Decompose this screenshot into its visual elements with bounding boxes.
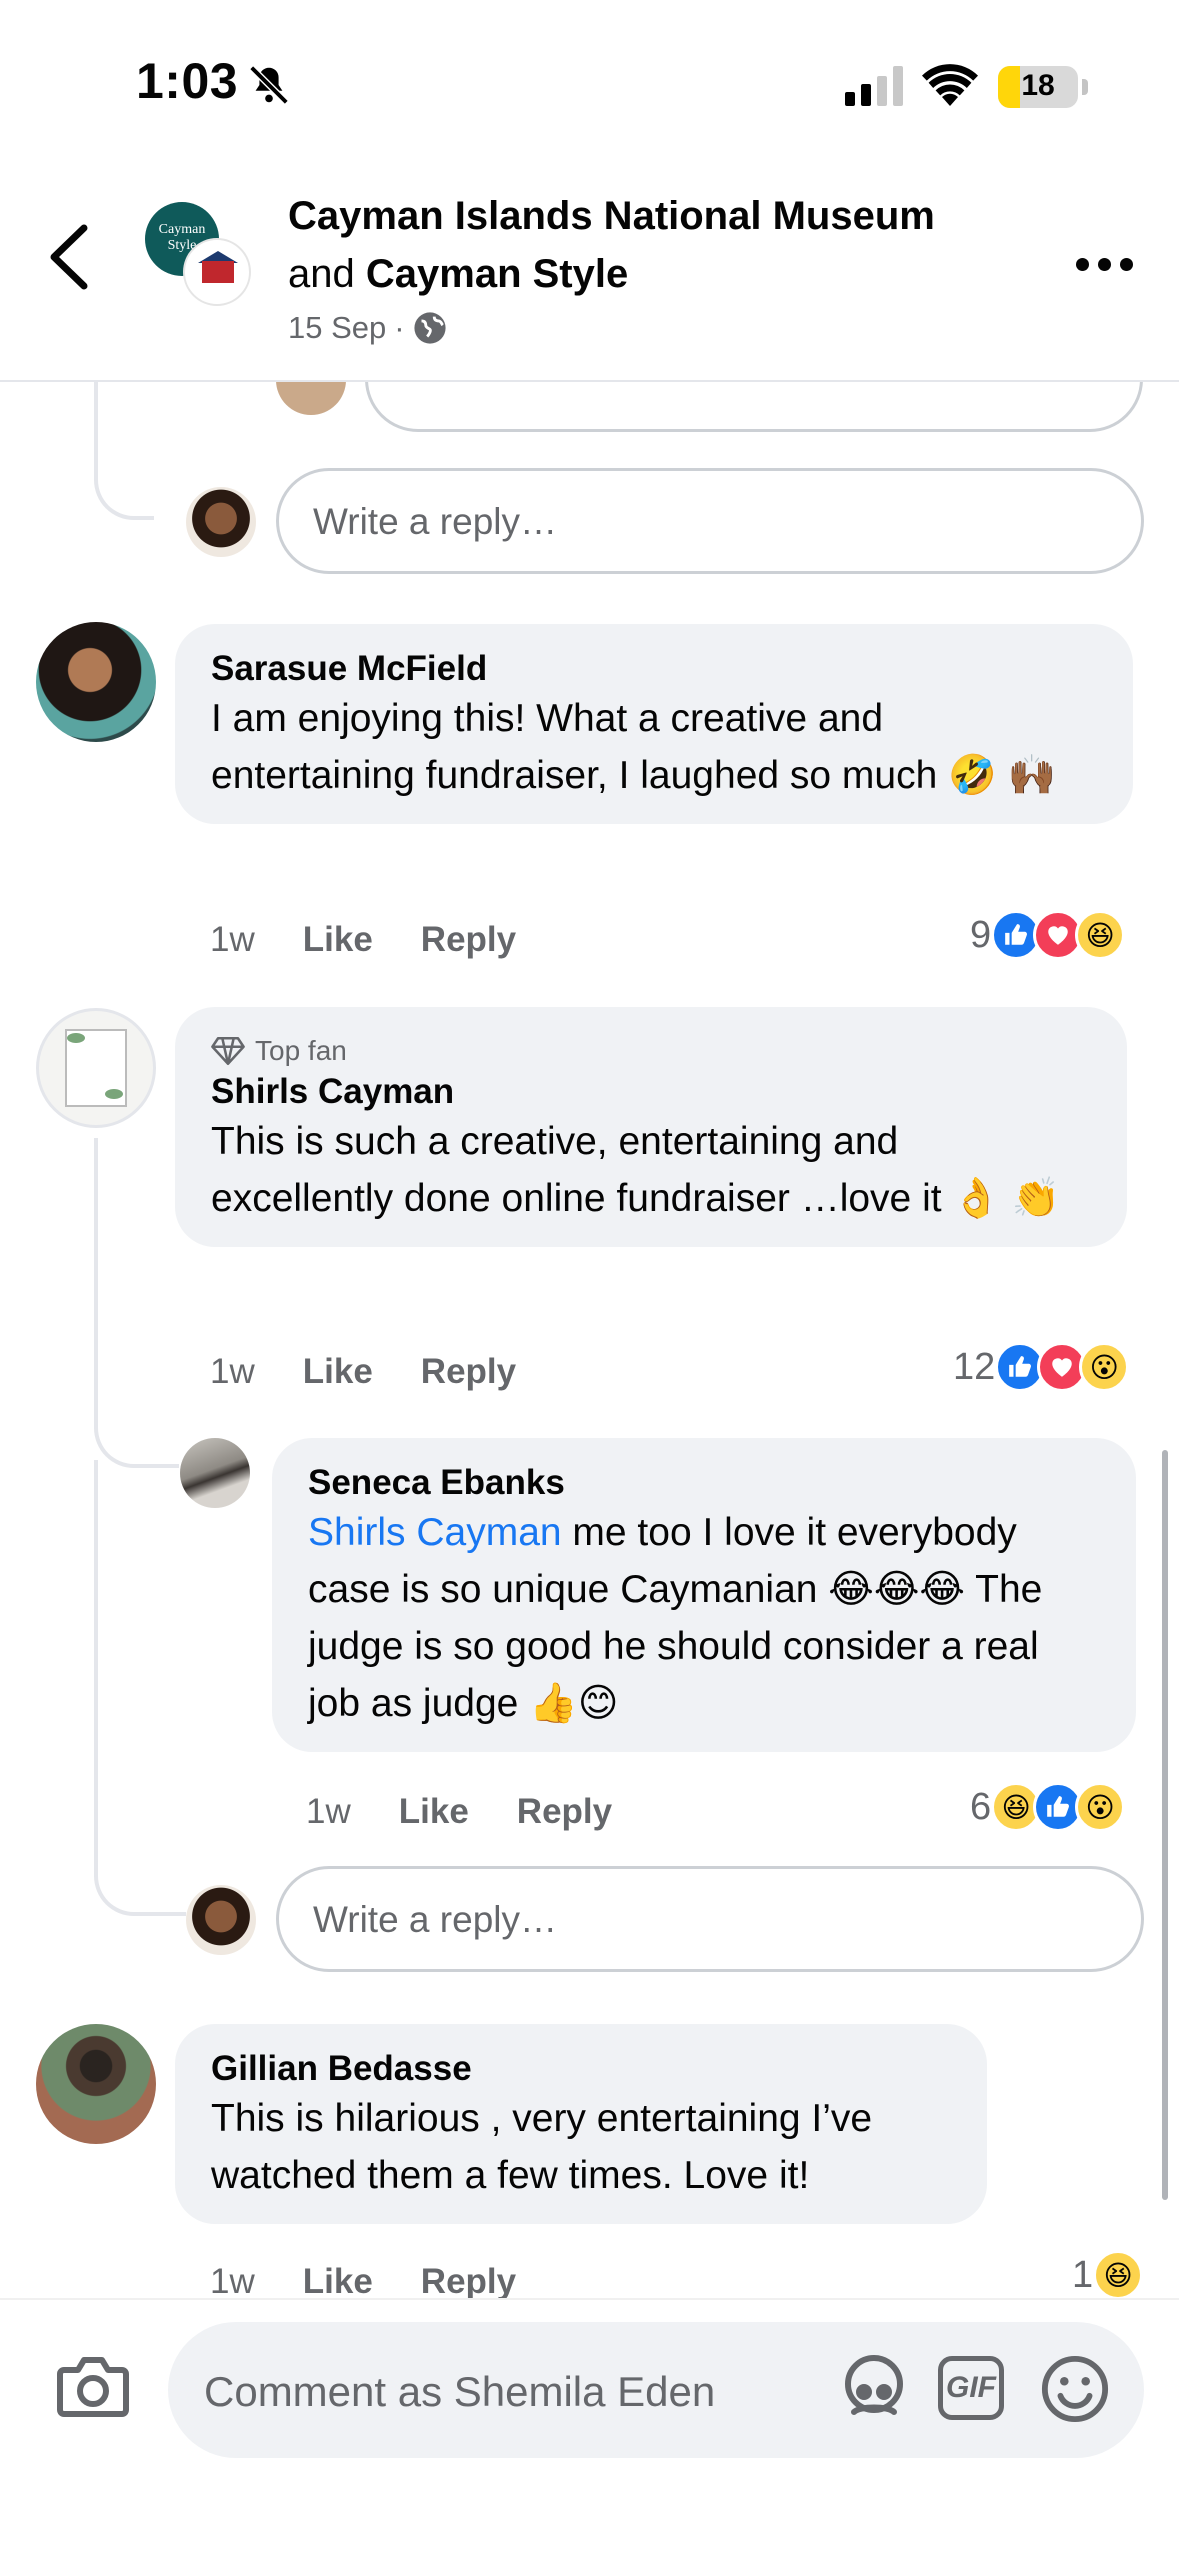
page-title-secondary: and Cayman Style	[288, 252, 628, 297]
avatar-sticker-icon[interactable]	[838, 2352, 910, 2424]
reply-button[interactable]: Reply	[517, 1792, 612, 1832]
post-header: Cayman Style Cayman Islands National Mus…	[0, 170, 1179, 382]
post-meta: 15 Sep ·	[288, 310, 447, 346]
reply-input[interactable]: Write a reply…	[276, 468, 1144, 574]
battery-nub	[1082, 79, 1088, 95]
comment-timestamp[interactable]: 1w	[210, 2262, 255, 2302]
title-and: and	[288, 252, 355, 296]
page-avatars[interactable]: Cayman Style	[145, 202, 255, 312]
comment-actions: 1w Like Reply	[210, 920, 516, 960]
reply-button[interactable]: Reply	[421, 920, 516, 960]
comment-bubble: Top fan Shirls Cayman This is such a cre…	[175, 1007, 1127, 1247]
like-button[interactable]: Like	[303, 1352, 373, 1392]
cellular-signal-icon	[845, 66, 903, 106]
user-avatar	[186, 487, 256, 557]
comment-text: Shirls Cayman me too I love it everybody…	[308, 1504, 1100, 1732]
top-fan-label: Top fan	[255, 1035, 347, 1066]
comment-author[interactable]: Shirls Cayman	[211, 1071, 1091, 1113]
comment-actions: 1w Like Reply	[210, 1352, 516, 1392]
comment-composer: Comment as Shemila Eden GIF	[0, 2298, 1179, 2556]
wow-reaction-icon: 😮	[1075, 1782, 1126, 1832]
reaction-count: 9	[970, 913, 992, 956]
comment-actions: 1w Like Reply	[306, 1792, 612, 1832]
comment-text: This is hilarious , very entertaining I’…	[211, 2097, 873, 2197]
like-button[interactable]: Like	[399, 1792, 469, 1832]
reply-button[interactable]: Reply	[421, 1352, 516, 1392]
comment-timestamp[interactable]: 1w	[210, 1352, 255, 1392]
wifi-icon	[922, 64, 978, 106]
reaction-summary[interactable]: 9 😆	[970, 910, 1126, 960]
thread-line-top	[94, 382, 154, 520]
globe-icon	[414, 312, 446, 344]
back-arrow-icon[interactable]	[44, 222, 94, 292]
haha-reaction-icon: 😆	[1093, 2250, 1144, 2300]
comment-author[interactable]: Sarasue McField	[211, 648, 1097, 690]
top-fan-badge: Top fan	[211, 1031, 1091, 1071]
bell-off-icon	[249, 65, 289, 105]
meta-separator: ·	[394, 310, 405, 345]
reaction-summary[interactable]: 12 😮	[953, 1342, 1130, 1392]
like-button[interactable]: Like	[303, 920, 373, 960]
post-date[interactable]: 15 Sep	[288, 310, 386, 346]
camera-icon[interactable]	[56, 2354, 130, 2418]
comment-text: This is such a creative, entertaining an…	[211, 1120, 1061, 1220]
reaction-summary[interactable]: 1 😆	[1072, 2250, 1144, 2300]
battery-indicator: 18	[998, 66, 1078, 108]
reaction-count: 6	[970, 1785, 992, 1828]
like-button[interactable]: Like	[303, 2262, 373, 2302]
scrollbar[interactable]	[1162, 1450, 1168, 2200]
haha-reaction-icon: 😆	[1075, 910, 1126, 960]
commenter-avatar[interactable]	[36, 622, 156, 742]
national-museum-avatar	[185, 240, 249, 304]
reply-bubble: Seneca Ebanks Shirls Cayman me too I lov…	[272, 1438, 1136, 1752]
wow-reaction-icon: 😮	[1079, 1342, 1130, 1392]
page-title-collaborator[interactable]: Cayman Style	[366, 252, 628, 296]
gif-button[interactable]: GIF	[938, 2356, 1004, 2420]
reply-input[interactable]: Write a reply…	[276, 1866, 1144, 1972]
diamond-icon	[211, 1036, 245, 1066]
comment-bubble: Gillian Bedasse This is hilarious , very…	[175, 2024, 987, 2224]
comment-actions: 1w Like Reply	[210, 2262, 516, 2302]
status-time: 1:03	[136, 53, 239, 109]
reaction-count: 12	[953, 1345, 996, 1388]
battery-level: 18	[1021, 69, 1055, 102]
thread-line-shirls-lower	[94, 1460, 186, 1916]
commenter-avatar[interactable]	[36, 2024, 156, 2144]
comment-input[interactable]: Comment as Shemila Eden GIF	[168, 2322, 1144, 2458]
comment-author[interactable]: Gillian Bedasse	[211, 2048, 951, 2090]
more-options-button[interactable]	[1076, 254, 1136, 274]
mention-link[interactable]: Shirls Cayman	[308, 1511, 562, 1554]
comment-author[interactable]: Seneca Ebanks	[308, 1462, 1100, 1504]
comment-timestamp[interactable]: 1w	[306, 1792, 351, 1832]
user-avatar	[186, 1885, 256, 1955]
reaction-count: 1	[1072, 2253, 1094, 2296]
comment-timestamp[interactable]: 1w	[210, 920, 255, 960]
comment-placeholder: Comment as Shemila Eden	[204, 2368, 716, 2415]
reaction-summary[interactable]: 6 😆 😮	[970, 1782, 1126, 1832]
emoji-icon[interactable]	[1040, 2354, 1110, 2424]
commenter-avatar[interactable]	[180, 1438, 250, 1508]
status-bar: 1:03 18	[0, 0, 1179, 170]
thread-line-shirls	[94, 1138, 179, 1468]
reply-button[interactable]: Reply	[421, 2262, 516, 2302]
commenter-avatar[interactable]	[36, 1008, 156, 1128]
comment-text: I am enjoying this! What a creative and …	[211, 697, 1057, 797]
comment-bubble: Sarasue McField I am enjoying this! What…	[175, 624, 1133, 824]
page-title-primary[interactable]: Cayman Islands National Museum	[288, 194, 935, 239]
